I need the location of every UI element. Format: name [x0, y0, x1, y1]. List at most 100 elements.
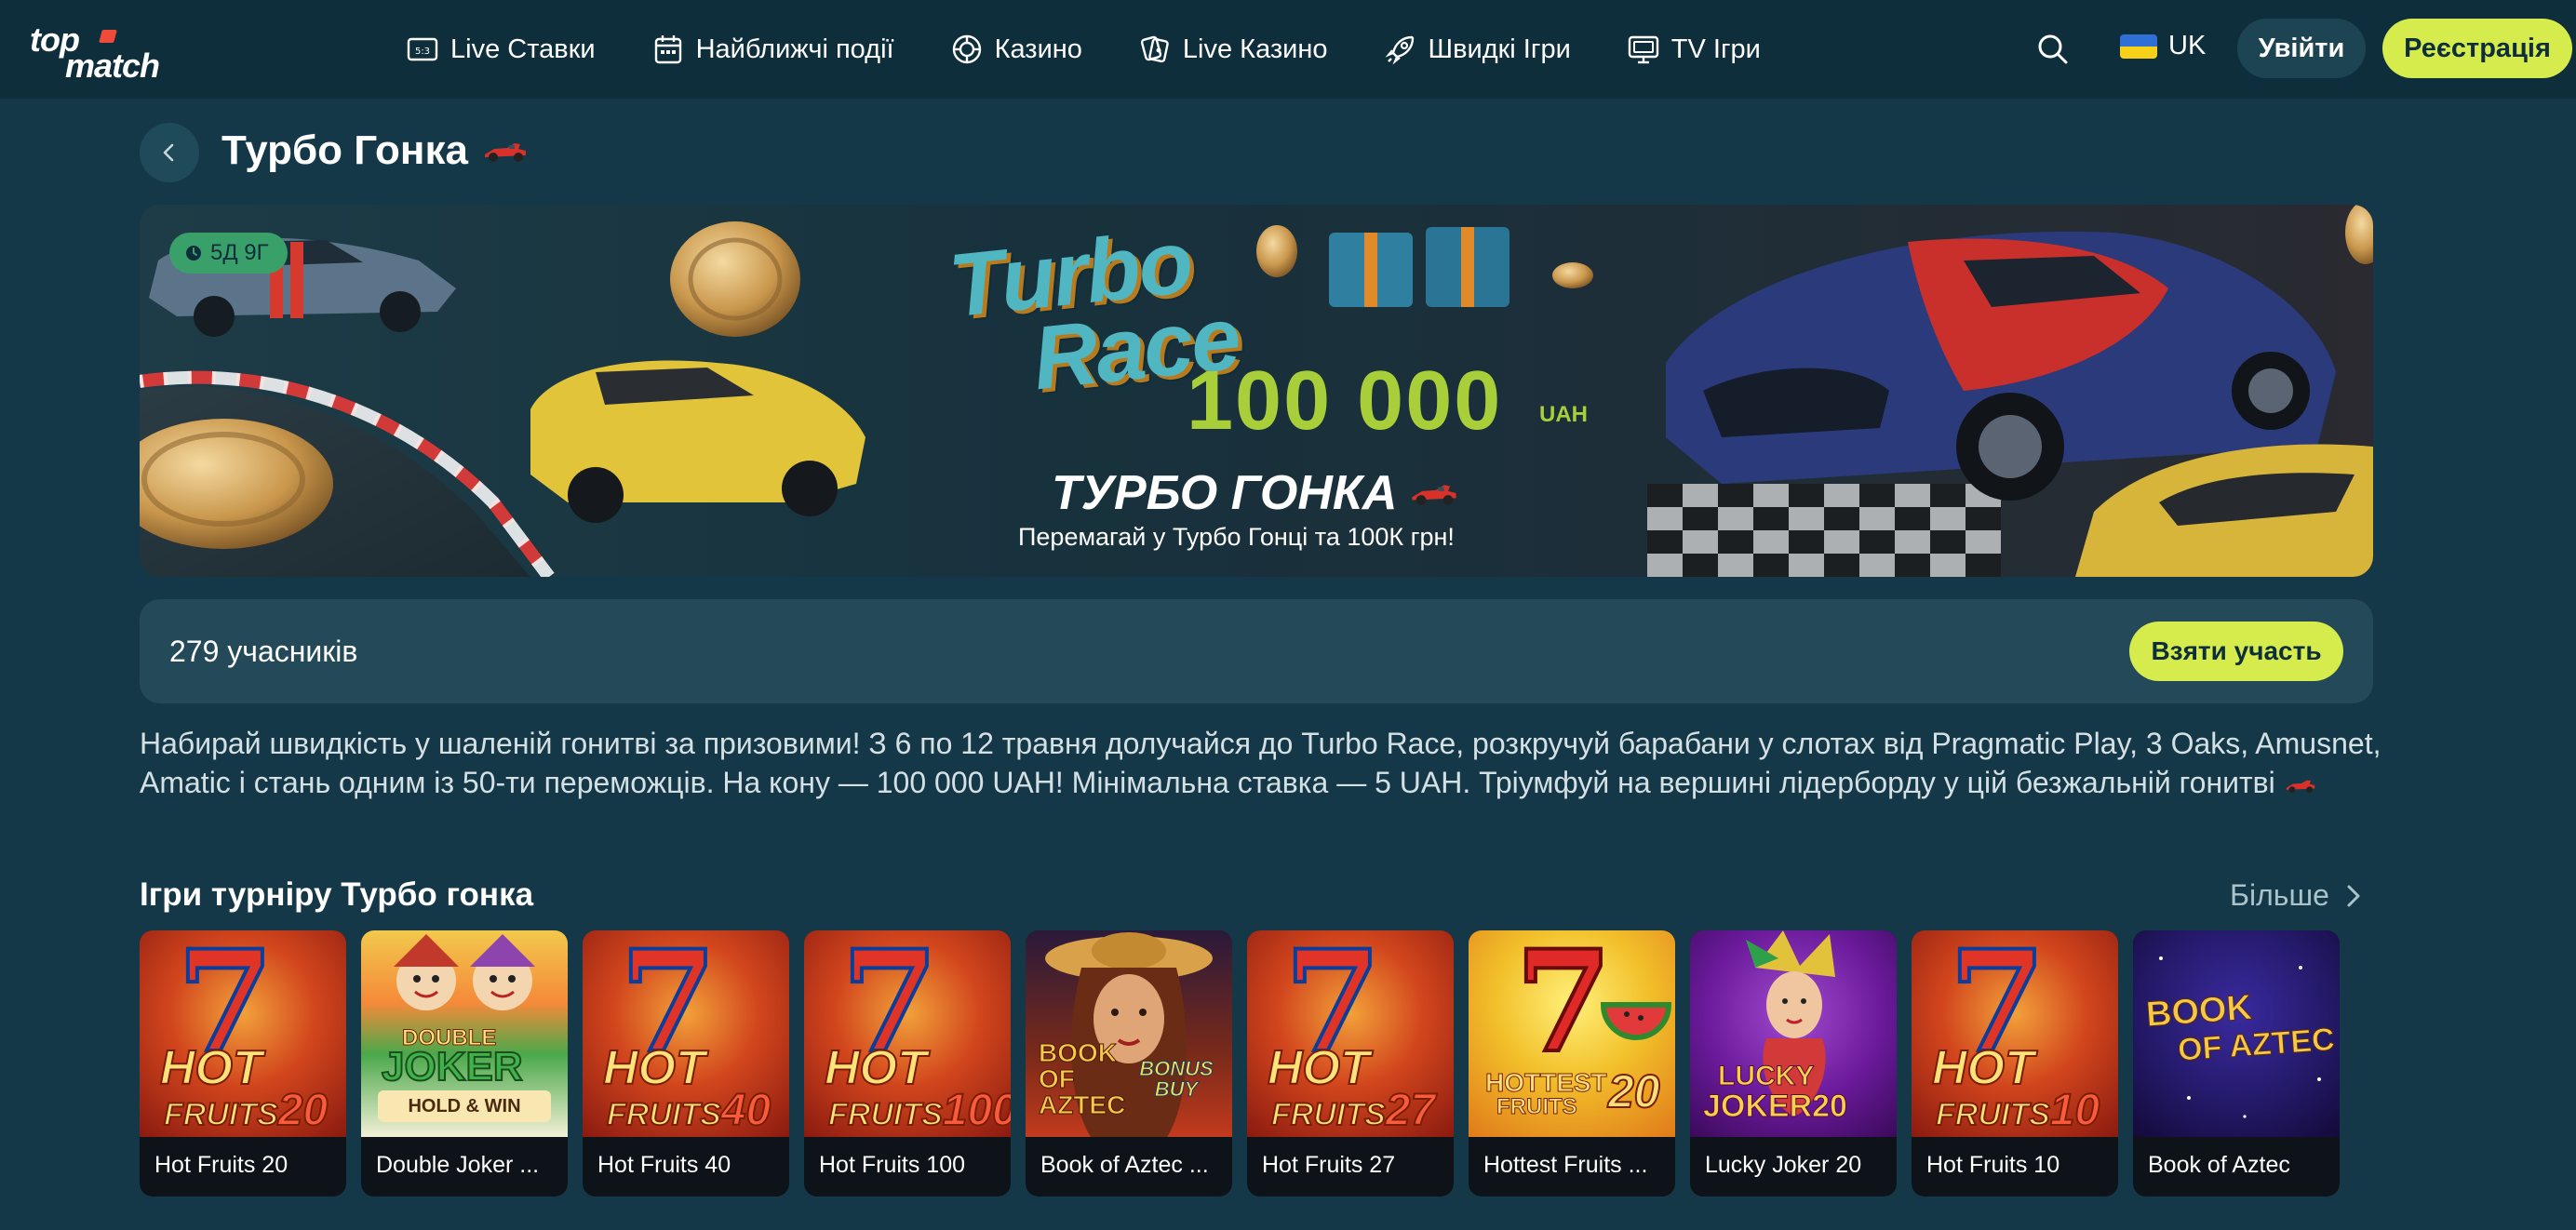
tv-icon	[1628, 35, 1658, 64]
more-label: Більше	[2230, 878, 2329, 912]
race-car-icon	[484, 143, 526, 162]
game-art-number: 27	[1385, 1085, 1436, 1136]
game-art-subtitle: FRUITS10	[1935, 1085, 2100, 1136]
game-art-subtitle: FRUITS100	[827, 1085, 1011, 1136]
game-art-number: 100	[942, 1085, 1011, 1136]
search-icon[interactable]	[2034, 31, 2072, 68]
register-button[interactable]: Реєстрація	[2382, 19, 2572, 78]
page-title-text: Турбо Гонка	[221, 127, 468, 173]
nav-label: TV Ігри	[1670, 33, 1761, 64]
game-art-number: 20	[1812, 1089, 1848, 1125]
chevron-right-icon	[2347, 885, 2360, 906]
game-card[interactable]: BOOK OF AZTEC Book of Aztec	[2133, 930, 2340, 1197]
game-thumbnail: LUCKY JOKER20	[1690, 930, 1897, 1137]
game-art-tag: BONUS BUY	[1139, 1057, 1214, 1101]
game-card[interactable]: 7 HOT FRUITS20 Hot Fruits 20	[140, 930, 346, 1197]
join-tournament-button[interactable]: Взяти участь	[2129, 622, 2343, 681]
game-card[interactable]: LUCKY JOKER20 Lucky Joker 20	[1690, 930, 1897, 1197]
nav-label: Live Ставки	[450, 33, 596, 64]
game-card[interactable]: 7 HOT FRUITS10 Hot Fruits 10	[1912, 930, 2118, 1197]
game-name: Double Joker ...	[376, 1152, 540, 1178]
game-card[interactable]: BOOK OF AZTEC BONUS BUY Book of Aztec ..…	[1026, 930, 1232, 1197]
game-card[interactable]: 7 HOT FRUITS100 Hot Fruits 100	[804, 930, 1011, 1197]
description-text: Набирай швидкість у шаленій гонитві за п…	[140, 727, 2381, 799]
game-thumbnail: 7 HOT FRUITS20	[140, 930, 346, 1137]
login-button[interactable]: Увійти	[2237, 19, 2366, 78]
countdown-text: 5Д 9Г	[210, 240, 269, 265]
nav-live-bets[interactable]: 5:3 Live Ставки	[406, 33, 596, 66]
ukraine-flag-icon	[2120, 33, 2157, 59]
nav-tv-games[interactable]: TV Ігри	[1627, 33, 1761, 66]
more-games-link[interactable]: Більше	[2230, 878, 2367, 913]
game-card[interactable]: 7 HOT FRUITS40 Hot Fruits 40	[583, 930, 789, 1197]
topmatch-logo[interactable]: top match	[28, 20, 168, 85]
game-card[interactable]: 7 HOT FRUITS27 Hot Fruits 27	[1247, 930, 1454, 1197]
game-thumbnail: 7 HOT FRUITS10	[1912, 930, 2118, 1137]
game-thumbnail: BOOK OF AZTEC BONUS BUY	[1026, 930, 1232, 1137]
nav-label: Найближчі події	[695, 33, 894, 64]
banner-heading-text: ТУРБО ГОНКА	[1052, 466, 1398, 520]
main-nav: 5:3 Live Ставки Найближчі події Казино L…	[406, 0, 1817, 99]
game-name: Hot Fruits 40	[597, 1152, 731, 1178]
game-art-number: 20	[277, 1085, 329, 1136]
nav-live-casino[interactable]: Live Казино	[1138, 33, 1328, 66]
game-name: Hot Fruits 100	[819, 1152, 966, 1178]
game-art-subtitle: FRUITS	[1496, 1094, 1578, 1120]
race-car-icon	[2286, 780, 2314, 793]
game-card[interactable]: DOUBLE JOKER HOLD & WIN Double Joker ...	[361, 930, 568, 1197]
banner-subtitle: Перемагай у Турбо Гонці та 100К грн!	[1018, 523, 1455, 551]
back-button[interactable]	[140, 123, 199, 182]
game-thumbnail: BOOK OF AZTEC	[2133, 930, 2340, 1137]
game-thumbnail: DOUBLE JOKER HOLD & WIN	[361, 930, 568, 1137]
game-art-number: 20	[1607, 1064, 1661, 1118]
nav-upcoming-events[interactable]: Найближчі події	[651, 33, 894, 66]
language-selector[interactable]: UK	[2120, 31, 2206, 61]
participants-bar: 279 учасників Взяти участь	[140, 599, 2373, 703]
tournament-banner[interactable]: 5Д 9Г Turbo Race 100 000 UAH ТУРБО ГОНКА…	[140, 205, 2373, 577]
game-name: Hot Fruits 20	[154, 1152, 288, 1178]
page-title: Турбо Гонка	[221, 127, 530, 174]
joker-faces-icon	[394, 934, 535, 1010]
countdown-timer-badge: 5Д 9Г	[169, 233, 288, 274]
game-thumbnail: 7 HOT FRUITS100	[804, 930, 1011, 1137]
live-scoreboard-icon: 5:3	[407, 37, 438, 61]
game-name: Hot Fruits 10	[1926, 1152, 2060, 1178]
game-art-subtitle: JOKER20	[1702, 1089, 1848, 1125]
nav-label: Live Казино	[1182, 33, 1328, 64]
seven-symbol-icon: 7	[1513, 930, 1614, 1084]
game-art-title: BOOK OF AZTEC	[1039, 1038, 1126, 1119]
game-name: Book of Aztec ...	[1040, 1152, 1209, 1178]
game-thumbnail: 7 HOT FRUITS27	[1247, 930, 1454, 1137]
game-art-subtitle: FRUITS40	[606, 1085, 771, 1136]
games-section-title: Ігри турніру Турбо гонка	[140, 876, 534, 913]
game-art-subtitle-text: FRUITS	[827, 1096, 944, 1133]
game-art-subtitle: JOKER	[381, 1043, 524, 1090]
watermelon-icon	[1600, 1002, 1672, 1040]
nav-casino[interactable]: Казино	[950, 33, 1082, 66]
race-car-icon	[1412, 485, 1457, 505]
game-thumbnail: 7 HOTTEST FRUITS 20	[1469, 930, 1675, 1137]
language-label: UK	[2168, 31, 2207, 60]
game-art-subtitle: FRUITS20	[163, 1085, 329, 1136]
logo-flag-icon	[99, 30, 117, 43]
svg-text:5:3: 5:3	[415, 47, 430, 57]
game-art-subtitle: FRUITS27	[1270, 1085, 1436, 1136]
game-card[interactable]: 7 HOTTEST FRUITS 20 Hottest Fruits ...	[1469, 930, 1675, 1197]
game-thumbnail: 7 HOT FRUITS40	[583, 930, 789, 1137]
prize-amount: 100 000	[1187, 354, 1503, 448]
game-art-subtitle-text: JOKER	[1702, 1089, 1813, 1125]
live-cards-icon	[1140, 35, 1169, 63]
game-art-subtitle-text: FRUITS	[1935, 1096, 2051, 1133]
logo-match-text: match	[65, 47, 160, 85]
game-art-tag: HOLD & WIN	[378, 1090, 551, 1122]
top-header: top match 5:3 Live Ставки Найближчі поді…	[0, 0, 2576, 99]
casino-chip-icon	[952, 34, 981, 64]
game-art-subtitle-text: FRUITS	[163, 1096, 279, 1133]
participants-count: 279 учасників	[169, 635, 358, 668]
nav-fast-games[interactable]: Швидкі Ігри	[1384, 33, 1571, 66]
game-name: Hot Fruits 27	[1262, 1152, 1396, 1178]
game-name: Book of Aztec	[2148, 1152, 2290, 1178]
game-art-title: LUCKY	[1717, 1061, 1815, 1092]
prize-currency: UAH	[1539, 402, 1588, 427]
nav-label: Швидкі Ігри	[1428, 33, 1571, 64]
